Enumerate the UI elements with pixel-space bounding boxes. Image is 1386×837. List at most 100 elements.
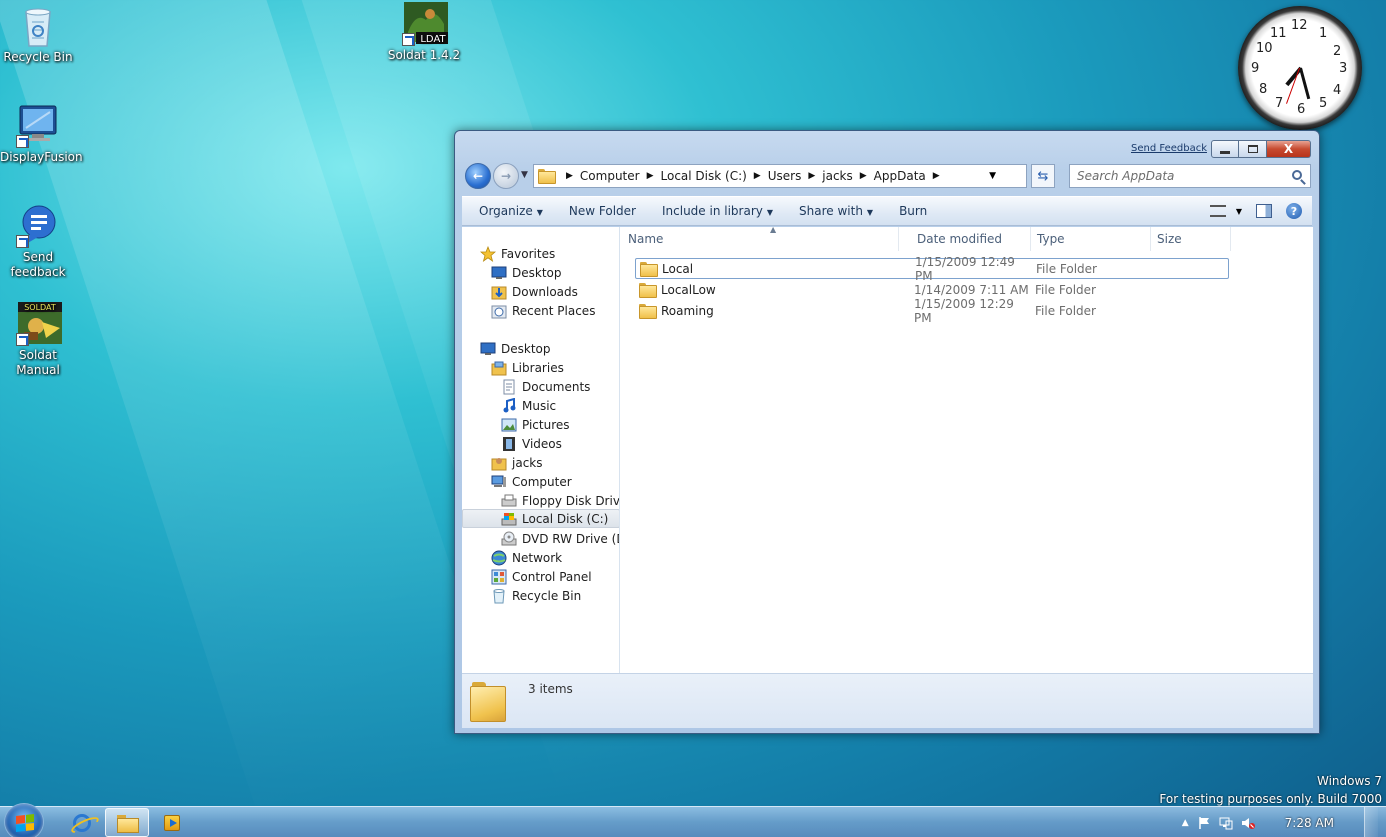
nav-music[interactable]: Music — [501, 396, 556, 415]
back-button[interactable]: ← — [465, 163, 491, 189]
volume-muted-icon[interactable] — [1241, 816, 1255, 830]
breadcrumb-appdata[interactable]: AppData — [871, 169, 929, 183]
star-icon — [479, 245, 497, 262]
breadcrumb-separator-icon[interactable]: ▶ — [562, 171, 577, 181]
nav-recycle-bin[interactable]: Recycle Bin — [491, 586, 581, 605]
nav-floppy[interactable]: Floppy Disk Drive ( — [501, 491, 619, 510]
back-arrow-icon: ← — [472, 169, 484, 183]
nav-favorites[interactable]: Favorites — [479, 244, 555, 263]
taskbar-internet-explorer[interactable] — [60, 808, 104, 837]
breadcrumb-separator-icon[interactable]: ▶ — [804, 171, 819, 181]
chevron-down-icon: ▼ — [536, 208, 543, 217]
command-bar: Organize ▼ New Folder Include in library ▼… — [462, 196, 1312, 226]
desktop-icon-label: Soldat Manual — [16, 348, 60, 377]
breadcrumb-jacks[interactable]: jacks — [819, 169, 856, 183]
desktop-icon-send-feedback[interactable]: Send feedback — [0, 204, 76, 280]
change-view-button[interactable]: ▼ — [1209, 205, 1242, 217]
nav-desktop-favorite[interactable]: Desktop — [491, 263, 562, 282]
breadcrumb-separator-icon[interactable]: ▶ — [643, 171, 658, 181]
maximize-icon — [1247, 145, 1258, 153]
nav-desktop[interactable]: Desktop — [480, 339, 551, 358]
column-header-date-modified[interactable]: Date modified — [911, 227, 1031, 251]
column-header-size[interactable]: Size — [1151, 227, 1231, 251]
send-feedback-link[interactable]: Send Feedback — [1131, 143, 1207, 154]
windows-logo-icon — [16, 814, 34, 832]
close-button[interactable]: X — [1267, 140, 1311, 158]
help-icon[interactable]: ? — [1286, 203, 1302, 219]
show-hidden-icons-button[interactable]: ▲ — [1182, 818, 1189, 828]
taskbar-media-player[interactable] — [150, 808, 194, 837]
desktop-icon — [491, 265, 507, 281]
clock-numeral: 7 — [1275, 96, 1284, 111]
folder-icon — [639, 283, 657, 298]
burn-button[interactable]: Burn — [890, 204, 936, 218]
network-icon[interactable] — [1219, 816, 1233, 830]
network-globe-icon — [491, 550, 507, 566]
desktop-icon-displayfusion[interactable]: DisplayFusion — [0, 104, 83, 165]
nav-dvd-drive[interactable]: DVD RW Drive (D:) — [501, 529, 619, 548]
folder-icon — [639, 304, 657, 319]
nav-libraries[interactable]: Libraries — [491, 358, 564, 377]
breadcrumb-computer[interactable]: Computer — [577, 169, 643, 183]
breadcrumb-users[interactable]: Users — [765, 169, 805, 183]
desktop-icon-soldat-manual[interactable]: SOLDAT Soldat Manual — [0, 302, 76, 378]
taskbar-windows-explorer[interactable] — [105, 808, 149, 837]
breadcrumb-local-disk[interactable]: Local Disk (C:) — [658, 169, 750, 183]
nav-computer[interactable]: Computer — [491, 472, 572, 491]
navigation-pane[interactable]: Favorites Desktop Downloads Recent Place… — [462, 227, 620, 673]
desktop-icon-label: Send feedback — [10, 250, 66, 279]
nav-network[interactable]: Network — [491, 548, 562, 567]
nav-documents[interactable]: Documents — [501, 377, 590, 396]
address-dropdown-icon[interactable]: ▼ — [989, 171, 996, 181]
floppy-drive-icon — [501, 493, 517, 509]
forward-button[interactable]: → — [493, 163, 519, 189]
file-row[interactable]: Local 1/15/2009 12:49 PM File Folder — [635, 255, 1229, 283]
new-folder-button[interactable]: New Folder — [560, 204, 645, 218]
organize-button[interactable]: Organize ▼ — [470, 204, 552, 218]
explorer-window[interactable]: Send Feedback X ← → ▼ ▶ Computer ▶ Local… — [454, 130, 1320, 734]
file-row[interactable]: Roaming 1/15/2009 12:29 PM File Folder — [635, 297, 1229, 325]
include-in-library-button[interactable]: Include in library ▼ — [653, 204, 782, 218]
breadcrumb-separator-icon[interactable]: ▶ — [929, 171, 944, 181]
minimize-button[interactable] — [1211, 140, 1239, 158]
nav-control-panel[interactable]: Control Panel — [491, 567, 592, 586]
search-input[interactable]: Search AppData — [1069, 164, 1311, 188]
start-button[interactable] — [4, 803, 44, 837]
desktop-icon-recycle-bin[interactable]: Recycle Bin — [0, 4, 76, 65]
breadcrumb-separator-icon[interactable]: ▶ — [750, 171, 765, 181]
nav-recent-places[interactable]: Recent Places — [491, 301, 595, 320]
taskbar-clock[interactable]: 7:28 AM — [1285, 816, 1334, 830]
file-list[interactable]: Name ▲ Date modified Type Size Local 1/15… — [622, 225, 1313, 673]
search-placeholder: Search AppData — [1077, 169, 1175, 183]
maximize-button[interactable] — [1239, 140, 1267, 158]
desktop-icon-soldat[interactable]: LDAT Soldat 1.4.2 — [386, 2, 462, 63]
refresh-button[interactable]: ⇆ — [1031, 164, 1055, 188]
feedback-bubble-icon — [16, 204, 60, 248]
close-icon: X — [1283, 142, 1294, 156]
clock-gadget[interactable]: 12 1 2 3 4 5 6 7 8 9 10 11 — [1238, 6, 1362, 130]
column-header-name[interactable]: Name ▲ — [622, 225, 899, 251]
column-header-type[interactable]: Type — [1031, 227, 1151, 251]
recent-pages-dropdown[interactable]: ▼ — [521, 170, 528, 180]
recycle-bin-icon — [491, 588, 507, 604]
breadcrumb-separator-icon[interactable]: ▶ — [856, 171, 871, 181]
shortcut-arrow-icon — [16, 333, 29, 346]
nav-downloads[interactable]: Downloads — [491, 282, 578, 301]
svg-text:LDAT: LDAT — [420, 34, 446, 45]
clock-numeral: 5 — [1319, 96, 1328, 111]
nav-local-disk[interactable]: Local Disk (C:) — [462, 509, 619, 528]
clock-numeral: 6 — [1297, 102, 1306, 117]
nav-videos[interactable]: Videos — [501, 434, 562, 453]
view-controls: ▼ ? — [1209, 203, 1302, 219]
show-desktop-button[interactable] — [1364, 807, 1378, 837]
nav-pictures[interactable]: Pictures — [501, 415, 570, 434]
address-bar[interactable]: ▶ Computer ▶ Local Disk (C:) ▶ Users ▶ j… — [533, 164, 1027, 188]
search-icon[interactable] — [1292, 170, 1302, 180]
share-with-button[interactable]: Share with ▼ — [790, 204, 882, 218]
preview-pane-icon[interactable] — [1256, 204, 1272, 218]
action-center-flag-icon[interactable] — [1197, 816, 1211, 830]
downloads-icon — [491, 284, 507, 300]
file-name: Local — [662, 261, 694, 276]
internet-explorer-icon — [73, 813, 91, 832]
nav-jacks[interactable]: jacks — [491, 453, 543, 472]
